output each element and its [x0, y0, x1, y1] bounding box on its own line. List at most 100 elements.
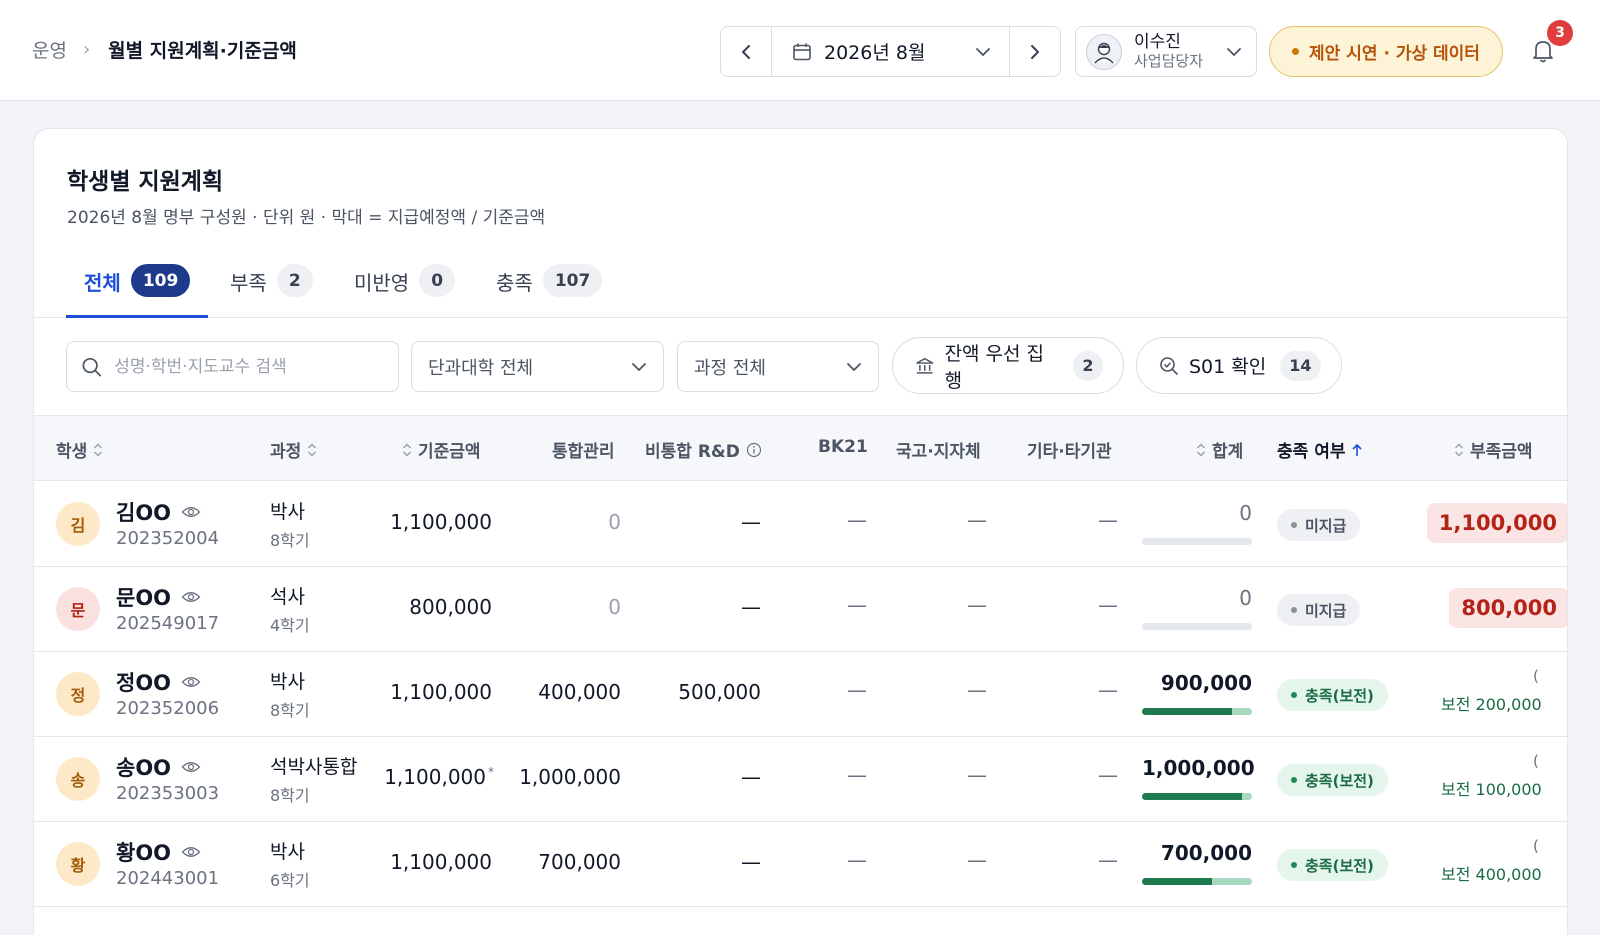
total-amount: 900,000	[1160, 671, 1252, 695]
card-subtitle: 2026년 8월 명부 구성원 · 단위 원 · 막대 = 지급예정액 / 기준…	[67, 208, 546, 228]
student-name-text: 김OO	[116, 501, 172, 525]
col-student-label: 학생	[56, 442, 88, 462]
other-amount: —	[1098, 593, 1118, 617]
eye-icon[interactable]	[181, 845, 201, 859]
integrated-amount: 700,000	[538, 850, 621, 874]
progress-fill	[1142, 878, 1213, 885]
student-id: 202549017	[116, 613, 220, 634]
student-name: 김OO	[116, 497, 201, 527]
top-bar: 운영 › 월별 지원계획·기준금액 2026년 8월 이수진 사업담당자 제안 …	[0, 0, 1600, 101]
sort-icon	[1197, 443, 1205, 456]
course-type: 박사	[270, 841, 305, 863]
semester: 8학기	[270, 531, 310, 550]
student-name-text: 황OO	[116, 841, 172, 865]
total-amount: 0	[1239, 586, 1252, 610]
course-select[interactable]: 과정 전체	[677, 341, 879, 392]
next-month-button[interactable]	[1009, 27, 1060, 76]
college-select[interactable]: 단과대학 전체	[411, 341, 664, 392]
student-initial-avatar: 황	[56, 842, 100, 886]
s01-check-count: 14	[1280, 350, 1321, 381]
base-amount: 1,100,000	[390, 510, 494, 534]
progress-bar	[1142, 538, 1252, 545]
user-menu[interactable]: 이수진 사업담당자	[1075, 26, 1257, 77]
table-row[interactable]: 송 송OO 202353003 석박사통합 8학기 1,100,000 * 1,0…	[34, 736, 1567, 822]
eye-icon[interactable]	[181, 760, 201, 774]
status-dot-icon	[1291, 777, 1297, 783]
search-check-icon	[1160, 356, 1178, 375]
tab-count: 107	[542, 264, 603, 297]
col-student[interactable]: 학생	[56, 437, 103, 462]
student-id: 202352004	[116, 528, 220, 549]
status-badge: 충족(보전)	[1277, 679, 1388, 711]
info-icon[interactable]	[746, 442, 762, 458]
course-type: 박사	[270, 671, 305, 693]
prev-month-button[interactable]	[721, 27, 772, 76]
balance-first-button[interactable]: 잔액 우선 집행 2	[892, 337, 1124, 394]
tab-shortfall[interactable]: 부족 2	[230, 261, 313, 318]
student-name: 정OO	[116, 667, 201, 697]
other-amount: —	[1098, 848, 1118, 872]
col-base-amount[interactable]: 기준금액	[402, 437, 481, 462]
non-rd-amount: —	[741, 510, 761, 534]
breadcrumb-root[interactable]: 운영	[32, 36, 67, 63]
col-total[interactable]: 합계	[1196, 437, 1243, 462]
status-badge: 미지급	[1277, 509, 1361, 541]
card-title: 학생별 지원계획	[67, 169, 224, 195]
tab-all[interactable]: 전체 109	[66, 261, 209, 318]
table-row[interactable]: 김 김OO 202352004 박사 8학기 1,100,000 0 — — —…	[34, 481, 1567, 567]
integrated-amount: 1,000,000	[519, 765, 621, 789]
base-amount-value: 1,100,000	[390, 510, 492, 534]
other-amount: —	[1098, 678, 1118, 702]
col-status[interactable]: 충족 여부	[1277, 437, 1363, 462]
total-amount: 1,000,000	[1142, 756, 1255, 780]
national-amount: —	[967, 508, 987, 532]
status-badge: 미지급	[1277, 594, 1361, 626]
table-row[interactable]: 황 황OO 202443001 박사 6학기 1,100,000 700,000…	[34, 821, 1567, 907]
status-dot-icon	[1291, 522, 1297, 528]
col-shortfall[interactable]: 부족금액	[1454, 437, 1533, 462]
table-row[interactable]: 정 정OO 202352006 박사 8학기 1,100,000 400,000…	[34, 651, 1567, 737]
status-label: 충족(보전)	[1305, 856, 1374, 875]
search-box	[66, 341, 399, 392]
shortfall-paren: (	[1533, 752, 1539, 770]
col-non-integrated-rd: 비통합 R&D	[645, 437, 762, 462]
tab-count: 0	[419, 264, 456, 297]
status-label: 미지급	[1305, 516, 1347, 535]
sort-icon	[94, 443, 103, 456]
table-row[interactable]: 문 문OO 202549017 석사 4학기 800,000 0 — — — —…	[34, 566, 1567, 652]
eye-icon[interactable]	[181, 590, 201, 604]
other-amount: —	[1098, 508, 1118, 532]
table-header: 학생 과정 기준금액 통합관리 비통합 R&D BK21 국고·지자체 기타·타…	[34, 415, 1567, 481]
integrated-amount: 0	[608, 510, 621, 534]
shortfall-amount: 800,000	[1449, 588, 1567, 628]
shortfall-paren: (	[1533, 667, 1539, 685]
non-rd-amount: —	[741, 595, 761, 619]
semester: 6학기	[270, 871, 310, 890]
course-type: 석사	[270, 586, 305, 608]
tab-satisfied[interactable]: 충족 107	[496, 261, 603, 318]
chevron-right-icon	[1031, 44, 1039, 59]
bank-icon	[916, 357, 934, 374]
tab-unreflected[interactable]: 미반영 0	[354, 261, 456, 318]
status-dot-icon	[1292, 48, 1300, 55]
search-input[interactable]	[114, 356, 384, 377]
col-bk21: BK21	[818, 437, 868, 457]
month-select[interactable]: 2026년 8월	[772, 27, 1009, 76]
person-icon	[1094, 42, 1114, 63]
non-rd-amount: 500,000	[678, 680, 761, 704]
national-amount: —	[967, 848, 987, 872]
eye-icon[interactable]	[181, 505, 201, 519]
eye-icon[interactable]	[181, 675, 201, 689]
sort-icon	[1455, 443, 1463, 456]
col-course[interactable]: 과정	[270, 437, 317, 462]
user-name: 이수진	[1134, 32, 1181, 53]
s01-check-button[interactable]: S01 확인 14	[1136, 337, 1342, 394]
bk21-amount: —	[847, 593, 867, 617]
student-initial-avatar: 정	[56, 672, 100, 716]
semester: 4학기	[270, 616, 310, 635]
bk21-amount: —	[847, 678, 867, 702]
integrated-amount: 0	[608, 595, 621, 619]
chevron-down-icon	[1227, 47, 1241, 56]
progress-fill	[1142, 793, 1243, 800]
notification-count-badge: 3	[1547, 20, 1573, 46]
